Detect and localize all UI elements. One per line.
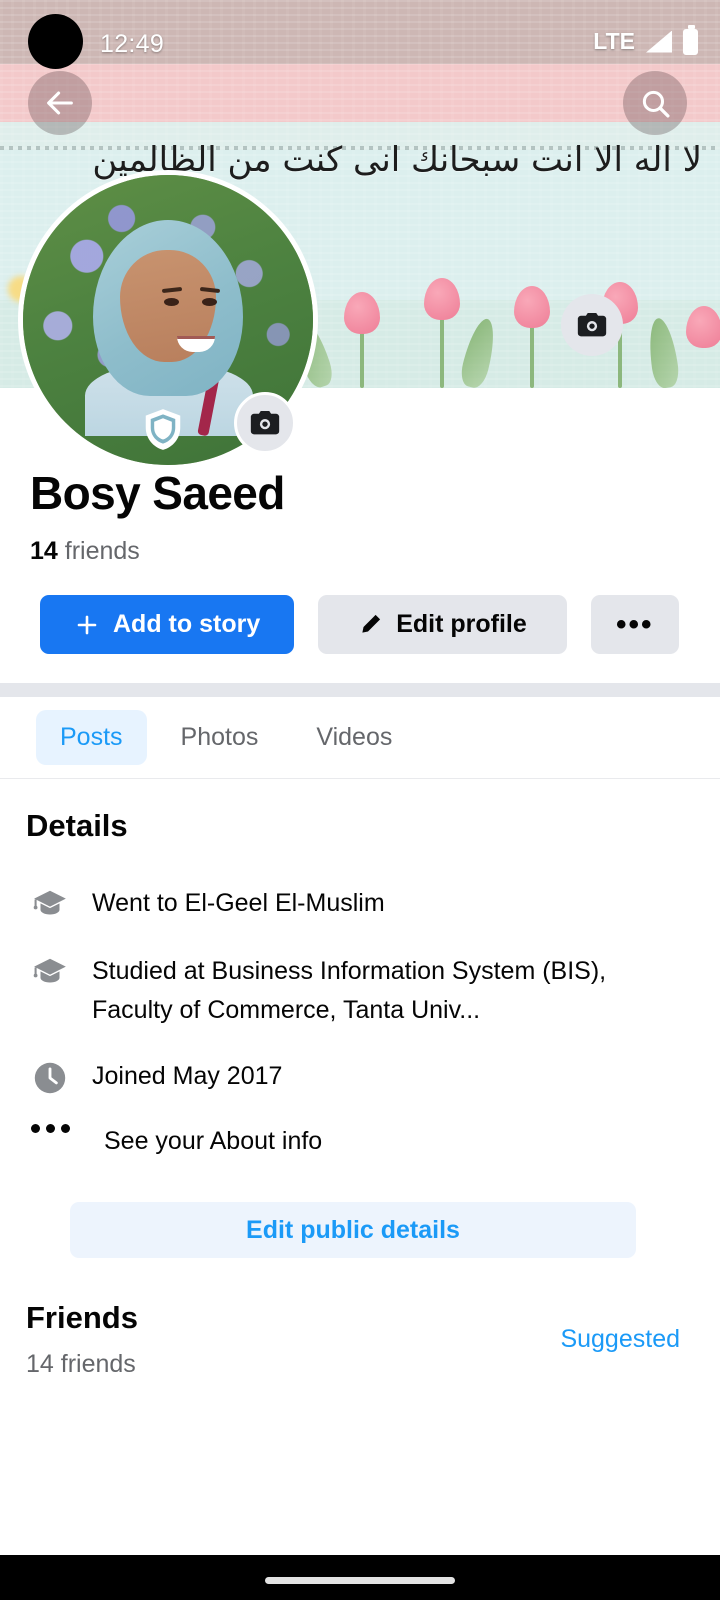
detail-text: Joined May 2017 [92,1062,283,1090]
edit-profile-picture-button[interactable] [234,392,296,454]
detail-row-see-about-info[interactable]: See your About info [30,1122,690,1161]
clock-icon [30,1057,70,1097]
camera-icon [250,410,280,435]
detail-row-joined-date[interactable]: Joined May 2017 [30,1057,690,1097]
details-heading: Details [26,808,128,843]
plus-icon [77,615,97,634]
search-button[interactable] [623,71,687,135]
friend-count-summary[interactable]: 14 friends [30,537,140,566]
edit-cover-photo-button[interactable] [561,294,623,356]
status-bar: 12:49 LTE [0,0,720,69]
back-arrow-icon [47,91,73,115]
facebook-profile-screen: لا اله الا انت سبحانك انى كنت من الظالمي… [0,0,720,1600]
friend-count-label: friends [64,537,140,565]
graduation-cap-icon [30,884,70,924]
status-bar-indicators: LTE [593,24,698,55]
friends-heading: Friends [26,1300,138,1335]
detail-text: Went to El-Geel El-Muslim [92,889,385,917]
tab-photos[interactable]: Photos [157,710,283,765]
back-button[interactable] [28,71,92,135]
detail-text: Studied at Business Information System (… [92,957,607,1024]
suggested-friends-link[interactable]: Suggested [560,1325,680,1354]
friend-count-number: 14 [30,537,58,565]
tab-videos[interactable]: Videos [292,710,416,765]
signal-bars-icon [646,30,672,53]
camera-icon [577,312,607,337]
tab-posts[interactable]: Posts [36,710,147,765]
edit-public-details-button[interactable]: Edit public details [70,1202,636,1258]
search-icon [642,90,670,118]
add-to-story-button[interactable]: Add to story [40,595,295,654]
profile-portrait [85,220,253,437]
battery-full-icon [683,24,698,55]
pencil-icon [362,614,381,633]
ellipsis-icon [30,1122,70,1133]
friends-subtitle: 14 friends [26,1350,136,1378]
section-divider [0,683,720,697]
add-to-story-label: Add to story [113,610,261,638]
detail-row-education-school[interactable]: Went to El-Geel El-Muslim [30,884,690,924]
detail-row-education-university[interactable]: Studied at Business Information System (… [30,952,690,1030]
edit-profile-label: Edit profile [396,610,527,638]
page-title: Bosy Saeed [30,467,285,519]
profile-guard-shield-icon [145,409,181,450]
camera-punch-hole [28,14,83,69]
home-indicator-pill[interactable] [265,1577,455,1584]
profile-action-buttons: Add to story Edit profile ••• [40,595,679,654]
system-navigation-bar [0,1555,720,1600]
edit-profile-button[interactable]: Edit profile [318,595,567,654]
graduation-cap-icon [30,952,70,992]
profile-tabs: Posts Photos Videos [0,697,720,779]
status-bar-clock: 12:49 [100,30,165,58]
ellipsis-icon: ••• [616,607,654,641]
network-type-label: LTE [593,28,635,54]
detail-text: See your About info [104,1127,323,1155]
more-options-button[interactable]: ••• [590,595,679,654]
